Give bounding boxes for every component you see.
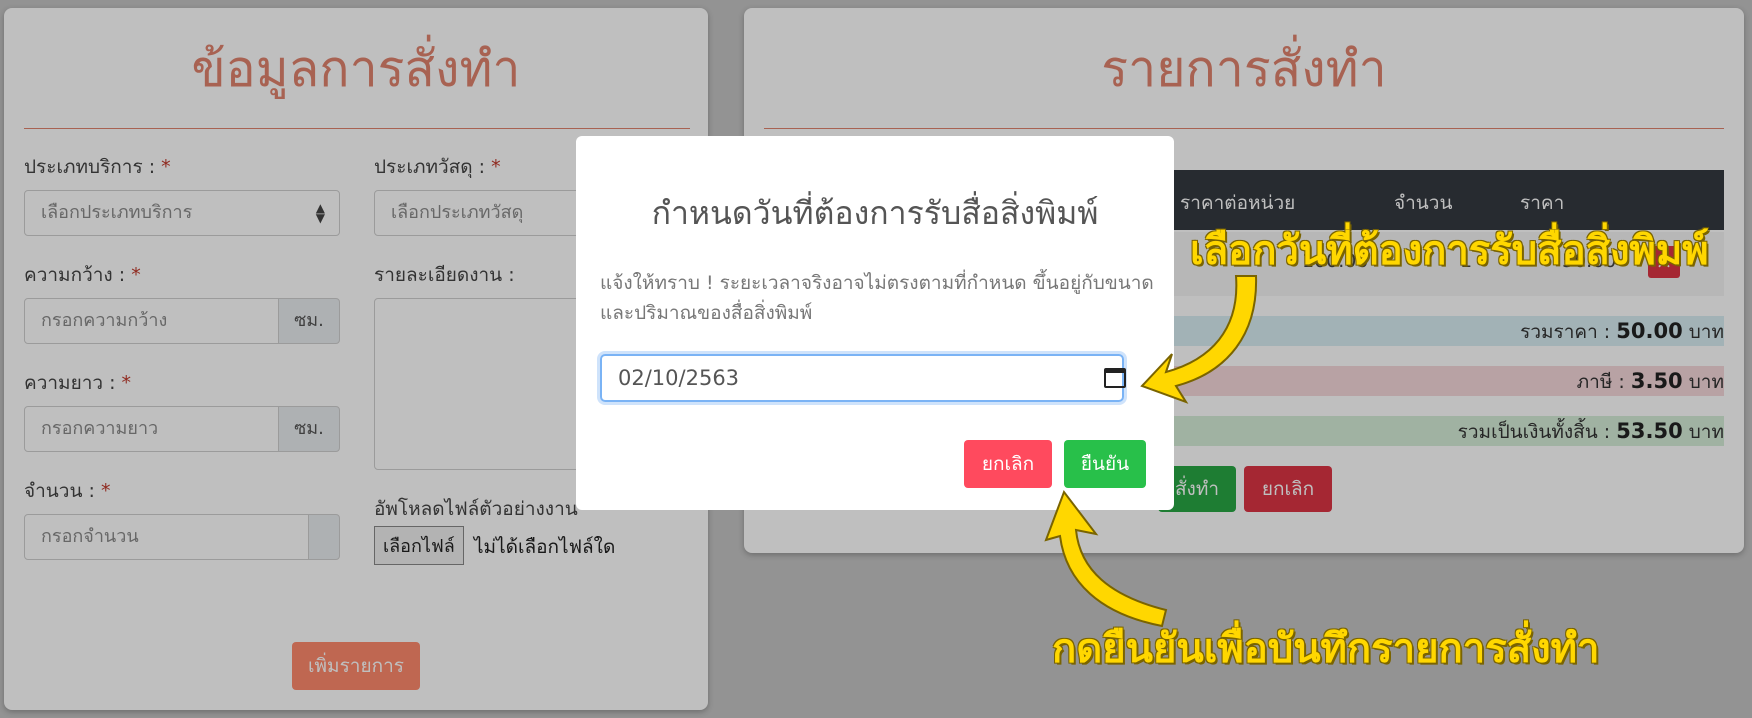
annotation-arrow-icon	[1140, 275, 1258, 404]
annotation-confirm: กดยืนยันเพื่อบันทึกรายการสั่งทำ	[1052, 626, 1600, 672]
annotation-arrow-icon	[1044, 489, 1168, 628]
annotation-select-date: เลือกวันที่ต้องการรับสื่อสิ่งพิมพ์	[1190, 228, 1709, 274]
annotation-arrows	[1044, 275, 1258, 628]
